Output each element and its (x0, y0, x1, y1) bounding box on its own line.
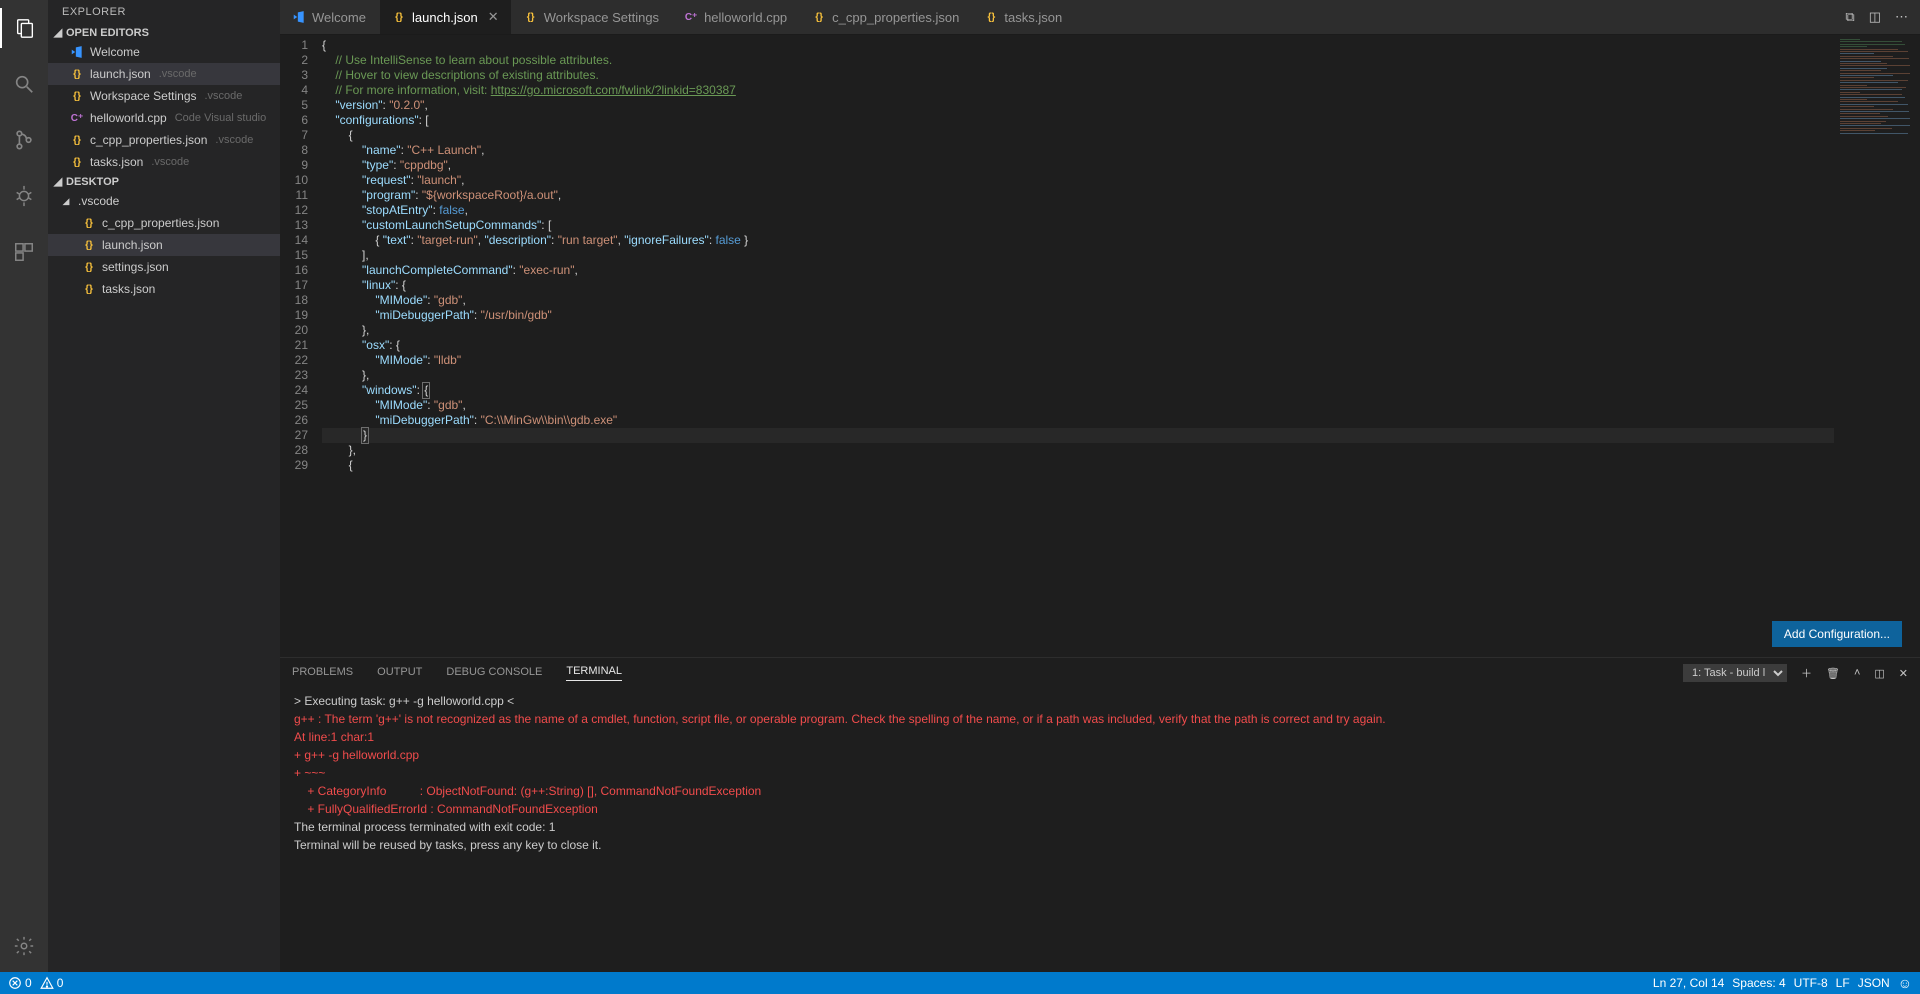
tab-label: helloworld.cpp (704, 10, 787, 25)
chevron-down-icon: ◢ (60, 196, 72, 207)
json-file-icon: {} (984, 10, 998, 24)
json-file-icon: {} (70, 133, 84, 147)
json-file-icon: {} (82, 260, 96, 274)
workspace-file-item[interactable]: {} settings.json (48, 256, 280, 278)
open-editor-item[interactable]: {}tasks.json.vscode (48, 151, 280, 173)
json-file-icon: {} (524, 10, 538, 24)
open-editors-header[interactable]: ◢ OPEN EDITORS (48, 24, 280, 41)
status-warnings[interactable]: 0 (40, 976, 64, 990)
editor-tab[interactable]: {} Workspace Settings (512, 0, 672, 34)
status-errors[interactable]: 0 (8, 976, 32, 990)
workspace-file-item[interactable]: {} c_cpp_properties.json (48, 212, 280, 234)
folder-item[interactable]: ◢ .vscode (48, 190, 280, 212)
status-ln-col[interactable]: Ln 27, Col 14 (1653, 976, 1724, 990)
tree-label: tasks.json (90, 155, 143, 169)
status-language[interactable]: JSON (1858, 976, 1890, 990)
source-control-icon[interactable] (0, 120, 48, 160)
editor-tab[interactable]: {} c_cpp_properties.json (800, 0, 972, 34)
terminal-select[interactable]: 1: Task - build l (1683, 664, 1787, 682)
debug-icon[interactable] (0, 176, 48, 216)
status-eol[interactable]: LF (1836, 976, 1850, 990)
tab-label: Welcome (312, 10, 366, 25)
terminal-output[interactable]: > Executing task: g++ -g helloworld.cpp … (280, 688, 1920, 972)
status-bar: 0 0 Ln 27, Col 14 Spaces: 4 UTF-8 LF JSO… (0, 972, 1920, 994)
line-number-gutter: 1234567891011121314151617181920212223242… (280, 35, 322, 657)
extensions-icon[interactable] (0, 232, 48, 272)
open-editor-item[interactable]: {}c_cpp_properties.json.vscode (48, 129, 280, 151)
panel-tab-debug-console[interactable]: DEBUG CONSOLE (446, 666, 542, 681)
tree-label: Workspace Settings (90, 89, 197, 103)
search-icon[interactable] (0, 64, 48, 104)
maximize-panel-icon[interactable]: ˄ (1854, 667, 1860, 679)
json-file-icon: {} (70, 155, 84, 169)
tab-label: tasks.json (1004, 10, 1062, 25)
editor-tab[interactable]: C⁺ helloworld.cpp (672, 0, 800, 34)
panel-tabs: PROBLEMS OUTPUT DEBUG CONSOLE TERMINAL 1: Ta… (280, 658, 1920, 688)
code-editor-content[interactable]: { // Use IntelliSense to learn about pos… (322, 35, 1834, 657)
open-editor-item[interactable]: {}Workspace Settings.vscode (48, 85, 280, 107)
panel: PROBLEMS OUTPUT DEBUG CONSOLE TERMINAL 1: Ta… (280, 657, 1920, 972)
tree-label: Welcome (90, 45, 140, 59)
panel-tab-terminal[interactable]: TERMINAL (566, 665, 622, 681)
status-encoding[interactable]: UTF-8 (1794, 976, 1828, 990)
compare-icon[interactable]: ⧉ (1845, 9, 1854, 25)
json-file-icon: {} (70, 89, 84, 103)
json-file-icon: {} (82, 216, 96, 230)
new-terminal-icon[interactable]: ＋ (1801, 665, 1812, 681)
vscode-file-icon (70, 45, 84, 59)
json-file-icon: {} (392, 10, 406, 24)
open-editor-item[interactable]: C⁺helloworld.cppCode Visual studio (48, 107, 280, 129)
editor-tab[interactable]: Welcome (280, 0, 380, 34)
tree-label: launch.json (102, 238, 163, 252)
tab-label: c_cpp_properties.json (832, 10, 959, 25)
tab-label: launch.json (412, 10, 478, 25)
tree-label: launch.json (90, 67, 151, 81)
open-editor-item[interactable]: Welcome (48, 41, 280, 63)
panel-tab-problems[interactable]: PROBLEMS (292, 666, 353, 681)
tab-label: Workspace Settings (544, 10, 659, 25)
tree-label: settings.json (102, 260, 169, 274)
kill-terminal-icon[interactable]: 🗑 (1826, 667, 1840, 680)
cpp-file-icon: C⁺ (684, 10, 698, 24)
json-file-icon: {} (812, 10, 826, 24)
tree-label: c_cpp_properties.json (90, 133, 207, 147)
workspace-tree: ◢ .vscode {} c_cpp_properties.json {} launc… (48, 190, 280, 300)
split-terminal-icon[interactable]: ◫ (1874, 667, 1884, 680)
json-file-icon: {} (82, 238, 96, 252)
workspace-header[interactable]: ◢ DESKTOP (48, 173, 280, 190)
open-editors-tree: Welcome{}launch.json.vscode{}Workspace S… (48, 41, 280, 173)
more-icon[interactable]: ⋯ (1895, 9, 1908, 25)
json-file-icon: {} (70, 67, 84, 81)
activity-bar (0, 0, 48, 972)
tree-label: helloworld.cpp (90, 111, 167, 125)
close-icon[interactable]: ✕ (488, 9, 499, 25)
split-editor-icon[interactable]: ◫ (1869, 9, 1881, 25)
settings-gear-icon[interactable] (0, 926, 48, 966)
status-spaces[interactable]: Spaces: 4 (1732, 976, 1785, 990)
explorer-icon[interactable] (0, 8, 48, 48)
vscode-file-icon (292, 10, 306, 24)
sidebar-title: EXPLORER (48, 0, 280, 24)
editor-body[interactable]: 1234567891011121314151617181920212223242… (280, 35, 1920, 657)
tree-label: tasks.json (102, 282, 155, 296)
panel-tab-output[interactable]: OUTPUT (377, 666, 422, 681)
editor-tab[interactable]: {} tasks.json (972, 0, 1075, 34)
sidebar: EXPLORER ◢ OPEN EDITORS Welcome {} launch.… (48, 0, 280, 972)
add-configuration-button[interactable]: Add Configuration... (1772, 621, 1902, 647)
chevron-down-icon: ◢ (52, 175, 64, 188)
minimap[interactable] (1834, 35, 1920, 657)
chevron-down-icon: ◢ (52, 26, 64, 39)
cpp-file-icon: C⁺ (70, 111, 84, 125)
json-file-icon: {} (82, 282, 96, 296)
editor-tab[interactable]: {} launch.json ✕ (380, 0, 512, 34)
feedback-icon[interactable]: ☺ (1898, 975, 1912, 991)
tab-bar: Welcome {} launch.json ✕ {} Workspace Setting… (280, 0, 1920, 35)
editor-area: Welcome {} launch.json ✕ {} Workspace Setting… (280, 0, 1920, 972)
workspace-file-item[interactable]: {} tasks.json (48, 278, 280, 300)
close-panel-icon[interactable]: ✕ (1899, 667, 1908, 680)
workspace-file-item[interactable]: {} launch.json (48, 234, 280, 256)
open-editor-item[interactable]: {}launch.json.vscode (48, 63, 280, 85)
tree-label: c_cpp_properties.json (102, 216, 219, 230)
